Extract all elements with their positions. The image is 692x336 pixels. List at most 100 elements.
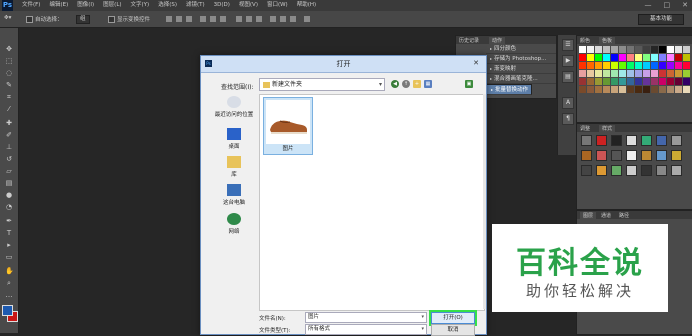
show-transform-checkbox[interactable] xyxy=(108,16,115,23)
color-swatch[interactable] xyxy=(587,62,594,69)
color-swatch[interactable] xyxy=(667,86,674,93)
style-thumbnail[interactable] xyxy=(581,150,592,161)
dialog-close-button[interactable]: ✕ xyxy=(470,58,482,68)
color-swatch[interactable] xyxy=(635,70,642,77)
color-swatch[interactable] xyxy=(667,78,674,85)
color-swatch[interactable] xyxy=(619,46,626,53)
color-swatch[interactable] xyxy=(611,78,618,85)
history-panel-icon[interactable]: ☰ xyxy=(562,39,574,51)
menu-edit[interactable]: 编辑(E) xyxy=(49,0,68,11)
crop-tool-icon[interactable]: ⌗ xyxy=(5,94,13,101)
open-button[interactable]: 打开(O) xyxy=(429,310,477,326)
color-swatch[interactable] xyxy=(611,54,618,61)
minimize-button[interactable]: — xyxy=(645,0,652,11)
color-swatch[interactable] xyxy=(619,62,626,69)
color-swatch[interactable] xyxy=(667,62,674,69)
style-thumbnail[interactable] xyxy=(581,165,592,176)
quick-select-tool-icon[interactable]: ✎ xyxy=(5,82,13,89)
shape-tool-icon[interactable]: ▭ xyxy=(5,254,13,261)
color-swatch[interactable] xyxy=(643,54,650,61)
preview-icon[interactable]: ▣ xyxy=(465,80,473,88)
tab-history[interactable]: 历史记录 xyxy=(459,37,479,44)
color-swatch[interactable] xyxy=(683,54,690,61)
place-libraries[interactable]: 库 xyxy=(209,156,259,178)
align-bottom-icon[interactable] xyxy=(186,16,192,22)
color-swatch[interactable] xyxy=(675,86,682,93)
color-swatch[interactable] xyxy=(635,62,642,69)
menu-file[interactable]: 文件(F) xyxy=(22,0,40,11)
distribute-top-icon[interactable] xyxy=(236,16,242,22)
menu-window[interactable]: 窗口(W) xyxy=(267,0,288,11)
color-swatch[interactable] xyxy=(619,70,626,77)
color-swatch[interactable] xyxy=(635,78,642,85)
color-swatch[interactable] xyxy=(643,46,650,53)
distribute-left-icon[interactable] xyxy=(270,16,276,22)
color-swatch[interactable] xyxy=(595,54,602,61)
color-swatch[interactable] xyxy=(675,62,682,69)
character-panel-icon[interactable]: A xyxy=(562,97,574,109)
gradient-tool-icon[interactable]: ▤ xyxy=(5,180,13,187)
action-item[interactable]: ▸ 渐变映射 xyxy=(486,64,556,74)
color-swatch[interactable] xyxy=(675,70,682,77)
color-swatch[interactable] xyxy=(683,86,690,93)
color-swatch[interactable] xyxy=(651,62,658,69)
color-swatch[interactable] xyxy=(587,78,594,85)
color-swatch[interactable] xyxy=(659,78,666,85)
menu-filter[interactable]: 滤镜(T) xyxy=(186,0,205,11)
zoom-tool-icon[interactable]: ⌕ xyxy=(5,280,13,287)
color-swatch[interactable] xyxy=(651,70,658,77)
color-swatch[interactable] xyxy=(675,54,682,61)
color-swatch[interactable] xyxy=(651,86,658,93)
color-swatch[interactable] xyxy=(675,78,682,85)
tab-adjustments[interactable]: 调整 xyxy=(580,125,590,132)
filename-input[interactable]: 图片 ▾ xyxy=(305,312,427,323)
color-swatch[interactable] xyxy=(603,62,610,69)
action-item-selected[interactable]: ▸ 批量替换动作 xyxy=(486,84,533,95)
style-thumbnail[interactable] xyxy=(596,165,607,176)
color-swatch[interactable] xyxy=(635,46,642,53)
tab-styles[interactable]: 样式 xyxy=(599,125,616,132)
align-right-icon[interactable] xyxy=(220,16,226,22)
new-folder-icon[interactable]: + xyxy=(413,80,421,88)
auto-select-checkbox[interactable] xyxy=(26,16,33,23)
style-thumbnail[interactable] xyxy=(671,165,682,176)
color-swatch[interactable] xyxy=(651,54,658,61)
color-swatch[interactable] xyxy=(579,78,586,85)
marquee-tool-icon[interactable]: ⬚ xyxy=(5,58,13,65)
style-thumbnail[interactable] xyxy=(596,150,607,161)
color-swatch[interactable] xyxy=(619,54,626,61)
color-swatch[interactable] xyxy=(683,62,690,69)
color-swatch[interactable] xyxy=(643,62,650,69)
style-thumbnail[interactable] xyxy=(656,150,667,161)
color-swatch[interactable] xyxy=(619,86,626,93)
style-thumbnail[interactable] xyxy=(671,150,682,161)
color-swatch[interactable] xyxy=(635,86,642,93)
color-swatch[interactable] xyxy=(579,54,586,61)
distribute-vcenter-icon[interactable] xyxy=(246,16,252,22)
type-tool-icon[interactable]: T xyxy=(5,230,13,237)
align-top-icon[interactable] xyxy=(166,16,172,22)
blur-tool-icon[interactable]: ● xyxy=(5,192,13,199)
auto-select-option[interactable]: 自动选择： xyxy=(26,15,63,23)
color-swatch[interactable] xyxy=(659,86,666,93)
color-swatch[interactable] xyxy=(579,46,586,53)
distribute-right-icon[interactable] xyxy=(290,16,296,22)
workspace-dropdown[interactable]: 基本功能 xyxy=(638,14,684,25)
style-thumbnail[interactable] xyxy=(626,150,637,161)
tab-actions[interactable]: 动作 xyxy=(489,37,506,44)
menu-layer[interactable]: 图层(L) xyxy=(103,0,121,11)
color-swatch[interactable] xyxy=(579,70,586,77)
eraser-tool-icon[interactable]: ▱ xyxy=(5,168,13,175)
color-swatch[interactable] xyxy=(651,78,658,85)
style-thumbnail[interactable] xyxy=(641,135,652,146)
color-swatch[interactable] xyxy=(595,70,602,77)
close-window-button[interactable]: ✕ xyxy=(682,0,688,11)
color-swatch[interactable] xyxy=(603,78,610,85)
color-swatch[interactable] xyxy=(643,86,650,93)
color-swatch[interactable] xyxy=(579,86,586,93)
auto-select-dropdown[interactable]: 组 xyxy=(76,15,90,24)
hand-tool-icon[interactable]: ✋ xyxy=(5,268,14,275)
menu-select[interactable]: 选择(S) xyxy=(158,0,177,11)
style-thumbnail[interactable] xyxy=(656,135,667,146)
style-thumbnail[interactable] xyxy=(611,135,622,146)
